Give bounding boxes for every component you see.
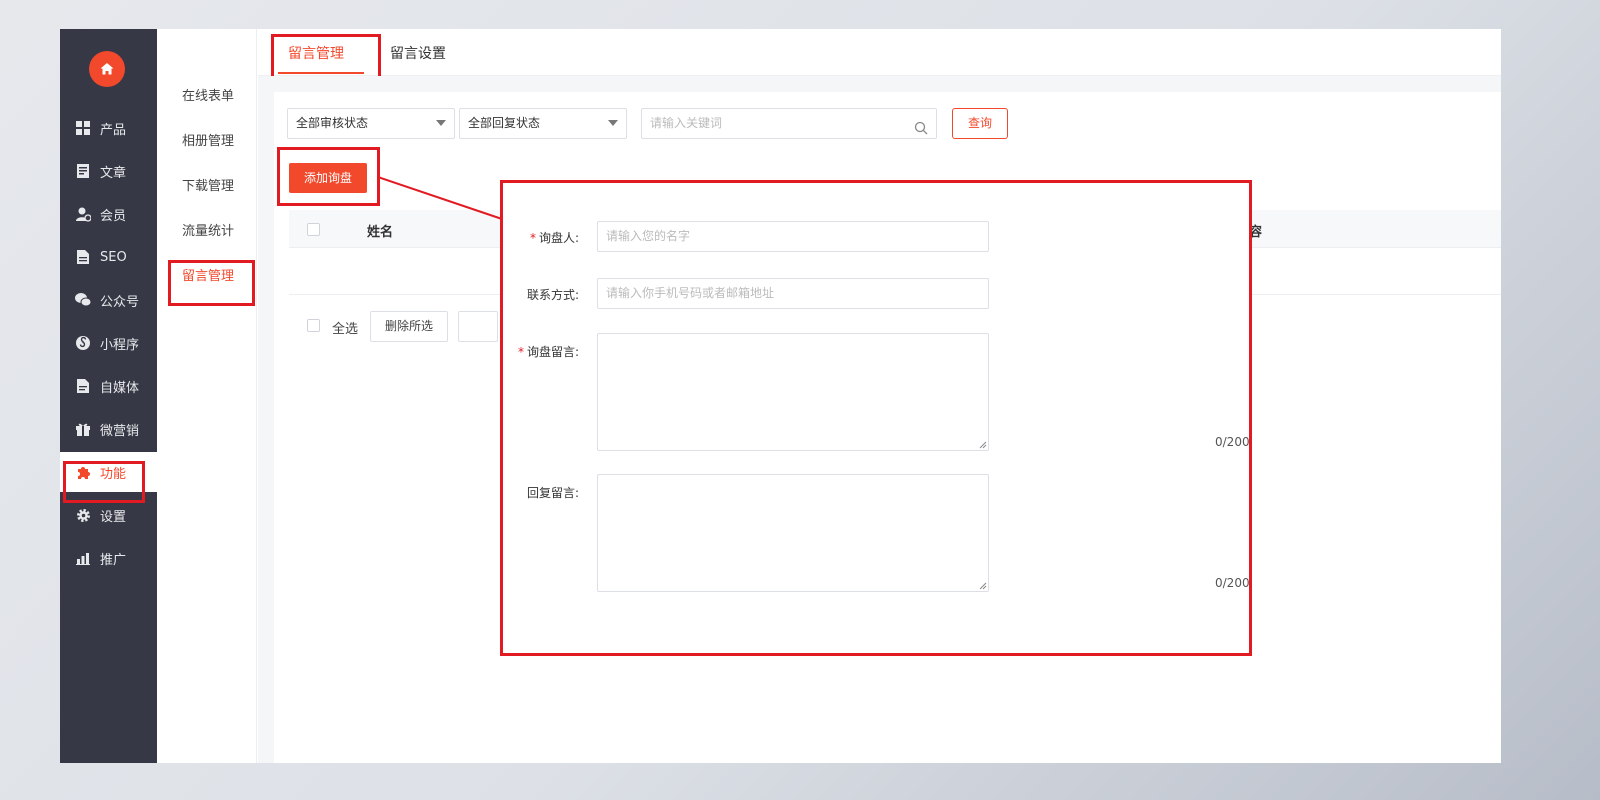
required-marker: * [529, 231, 536, 245]
inquirer-label: * 询盘人: [489, 229, 579, 246]
message-textarea[interactable] [597, 333, 989, 451]
inquirer-placeholder: 请输入您的名字 [606, 229, 691, 243]
message-label: * 询盘留言: [489, 343, 579, 360]
resize-handle-icon[interactable] [979, 582, 987, 590]
inquirer-input[interactable]: 请输入您的名字 [597, 221, 989, 252]
message-char-counter: 0/200 [1215, 435, 1250, 449]
app-window: 产品 文章 会员 SEO 公众号 小程序 自媒体 微营销 功能 设置 推广 在线… [60, 29, 1501, 763]
reply-char-counter: 0/200 [1215, 576, 1250, 590]
contact-input[interactable]: 请输入你手机号码或者邮箱地址 [597, 278, 989, 309]
contact-placeholder: 请输入你手机号码或者邮箱地址 [606, 286, 775, 300]
inquirer-label-text: 询盘人: [538, 231, 579, 245]
reply-label: 回复留言: [526, 486, 579, 500]
message-label-text: 询盘留言: [526, 345, 579, 359]
add-inquiry-form: * 询盘人: 请输入您的名字 联系方式: 请输入你手机号码或者邮箱地址 * 询盘留言… [500, 180, 1252, 656]
resize-handle-icon[interactable] [979, 441, 987, 449]
contact-label: 联系方式: [526, 288, 579, 302]
reply-textarea[interactable] [597, 474, 989, 592]
required-marker: * [517, 345, 524, 359]
